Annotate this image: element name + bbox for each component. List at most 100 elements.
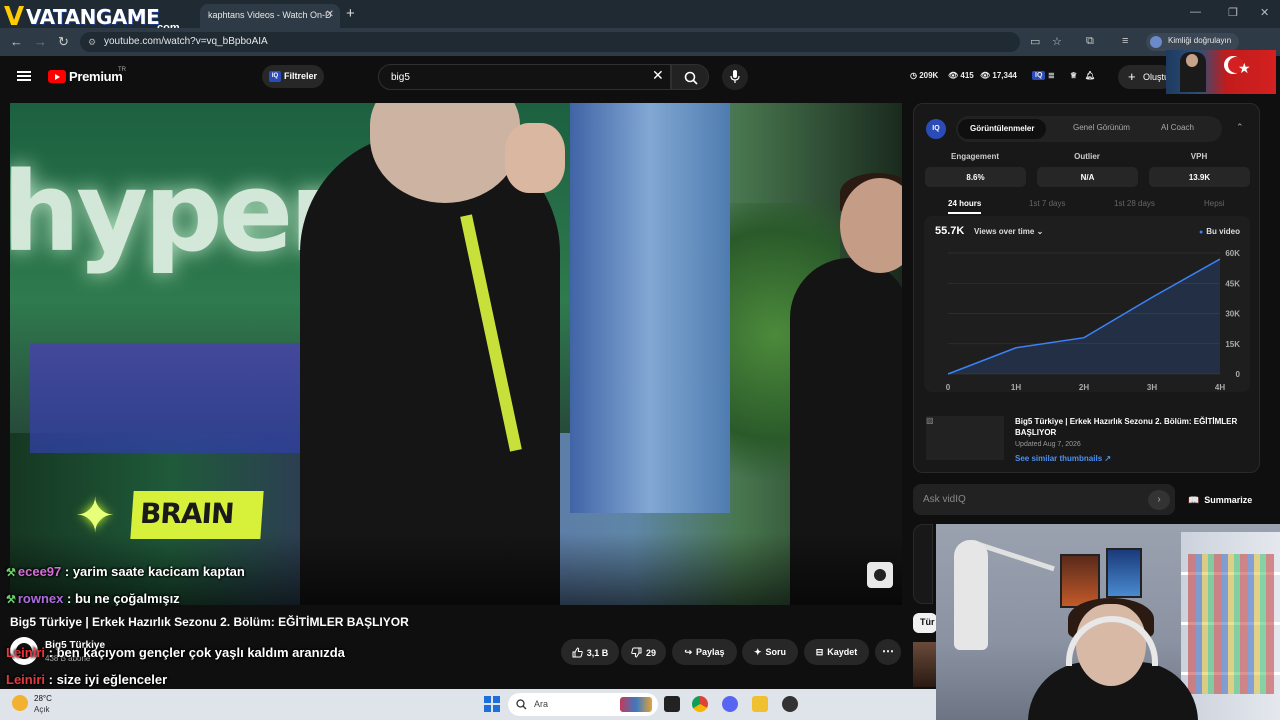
new-tab-icon[interactable]: + — [346, 5, 355, 22]
weather-temp: 28°C — [34, 694, 52, 703]
vidiq-toolbar-icon[interactable]: IQ — [1032, 71, 1046, 80]
metric-value: 8.6% — [925, 167, 1026, 187]
views-value: 209K — [919, 71, 939, 80]
search-icon — [516, 699, 527, 710]
chat-user: Leiniri — [6, 672, 46, 687]
share-label: Paylaş — [696, 647, 725, 657]
sparkle-icon: ✦ — [75, 490, 116, 543]
restore-icon[interactable]: ❐ — [1228, 6, 1238, 19]
chat-user: Leiniri — [6, 645, 46, 660]
chat-text: : yarim saate kacicam kaptan — [61, 564, 245, 579]
x-tick-label: 3H — [1147, 383, 1157, 392]
collapse-icon[interactable]: ⌃ — [1236, 122, 1244, 133]
taskbar-search-label: Ara — [534, 699, 549, 709]
like-button[interactable]: 3,1 B — [561, 639, 619, 665]
summarize-button[interactable]: Summarize — [1188, 495, 1252, 506]
related-thumbnail[interactable] — [913, 642, 937, 687]
range-7d[interactable]: 1st 7 days — [1029, 199, 1065, 208]
ask-label: Soru — [765, 647, 787, 657]
task-view-icon[interactable] — [664, 696, 680, 712]
filters-label: Filtreler — [284, 71, 318, 81]
tab-views[interactable]: Görüntülenmeler — [958, 119, 1047, 139]
y-tick-label: 15K — [1225, 340, 1240, 349]
menu-icon[interactable] — [17, 71, 31, 81]
search-button[interactable] — [671, 64, 709, 90]
tab-ai-coach[interactable]: AI Coach — [1161, 123, 1194, 132]
cast-icon[interactable]: ▭ — [1030, 35, 1040, 48]
save-label: Kaydet — [827, 647, 858, 657]
youtube-logo-icon[interactable] — [48, 70, 66, 83]
vidiq-panel: IQ Görüntülenmeler Genel Görünüm AI Coac… — [913, 103, 1260, 473]
vidiq-video-title: Big5 Türkiye | Erkek Hazırlık Sezonu 2. … — [1015, 417, 1238, 437]
weather-moon-icon[interactable] — [12, 695, 28, 711]
category-chip[interactable]: Tür — [913, 613, 937, 633]
bookmark-star-icon[interactable]: ☆ — [1052, 35, 1062, 48]
ask-button[interactable]: ✦ Soru — [742, 639, 798, 665]
region-code: TR — [118, 67, 126, 73]
watching-value: 17,344 — [992, 71, 1017, 80]
address-bar-row: ← → ↻ youtube.com/watch?v=vq_bBpboAIA ⚙ … — [0, 28, 1280, 56]
voice-search-button[interactable] — [722, 64, 748, 90]
video-player[interactable]: hyper ✦ BRAIN — [10, 103, 902, 605]
dislike-button[interactable]: 29 — [621, 639, 666, 665]
close-icon[interactable]: ✕ — [326, 9, 334, 20]
save-button[interactable]: ⊟ Kaydet — [804, 639, 869, 665]
chat-text: : size iyi eğlenceler — [45, 672, 168, 687]
site-info-icon[interactable]: ⚙ — [88, 37, 96, 48]
list-icon[interactable]: ≣ — [1048, 71, 1055, 80]
channel-watermark-icon[interactable] — [867, 562, 893, 588]
more-icon: ⋯ — [882, 644, 894, 658]
trophy-icon[interactable]: ♕ — [1070, 71, 1077, 80]
metric-label: VPH — [1190, 152, 1208, 161]
metric-label: Engagement — [950, 152, 999, 161]
tab-overview[interactable]: Genel Görünüm — [1073, 123, 1130, 132]
clear-search-icon[interactable]: ✕ — [652, 67, 664, 84]
y-tick-label: 45K — [1225, 279, 1240, 288]
ask-vidiq-input[interactable]: Ask vidIQ — [913, 484, 1175, 515]
extensions-icon[interactable]: ⧉ — [1086, 35, 1094, 48]
reading-list-icon[interactable]: ≡ — [1122, 35, 1128, 47]
url-field[interactable]: youtube.com/watch?v=vq_bBpboAIA — [80, 32, 1020, 52]
profile-button[interactable]: Kimliği doğrulayın — [1146, 33, 1240, 51]
chat-text: : bu ne çoğalmışız — [63, 591, 180, 606]
app-icon[interactable] — [782, 696, 798, 712]
similar-thumbnails-link[interactable]: See similar thumbnails ↗ — [1015, 454, 1111, 463]
youtube-header: Premium TR IQ Filtreler big5 ✕ ◷ 209K 👁 … — [0, 56, 1280, 98]
range-24h[interactable]: 24 hours — [948, 199, 982, 214]
youtube-brand[interactable]: Premium — [69, 69, 123, 84]
range-all[interactable]: Hepsi — [1204, 199, 1224, 208]
share-button[interactable]: ↪ Paylaş — [672, 639, 737, 665]
start-button[interactable] — [484, 696, 500, 712]
webcam-overlay — [936, 524, 1280, 720]
x-tick-label: 0 — [946, 383, 951, 392]
chrome-icon[interactable] — [692, 696, 708, 712]
save-icon: ⊟ — [815, 647, 824, 657]
metric-label: Outlier — [1074, 152, 1100, 161]
likes-value: 415 — [960, 71, 974, 80]
thumbnail-image[interactable]: ▨ — [926, 416, 1004, 460]
taskbar-search[interactable]: Ara — [508, 693, 658, 716]
reload-icon[interactable]: ↻ — [58, 34, 69, 50]
window-close-icon[interactable]: ✕ — [1260, 6, 1269, 19]
forward-icon[interactable]: → — [34, 34, 47, 49]
discord-icon[interactable] — [722, 696, 738, 712]
flag-overlay-image: ★ — [1166, 50, 1276, 94]
views-stat: ◷ 209K — [910, 71, 939, 80]
chat-message: ⚒ ecee97 : yarim saate kacicam kaptan — [6, 564, 245, 579]
more-actions-button[interactable]: ⋯ — [875, 639, 901, 665]
minimize-icon[interactable]: — — [1190, 6, 1201, 18]
vidiq-tabs: Görüntülenmeler Genel Görünüm AI Coach — [956, 116, 1222, 142]
filters-button[interactable]: IQ Filtreler — [262, 65, 324, 88]
video-hand — [505, 123, 565, 193]
chevron-right-icon[interactable]: › — [1148, 490, 1170, 510]
back-icon[interactable]: ← — [10, 34, 23, 49]
range-28d[interactable]: 1st 28 days — [1114, 199, 1155, 208]
profile-label: Kimliği doğrulayın — [1168, 36, 1232, 45]
search-input[interactable]: big5 — [378, 64, 671, 90]
avatar — [1150, 36, 1162, 48]
search-icon — [684, 71, 698, 85]
mic-arm — [977, 541, 1055, 572]
bell-icon[interactable]: 🔔︎ — [1085, 71, 1095, 80]
file-explorer-icon[interactable] — [752, 696, 768, 712]
browser-tab[interactable]: kaphtans Videos - Watch On-D ✕ — [200, 4, 340, 28]
